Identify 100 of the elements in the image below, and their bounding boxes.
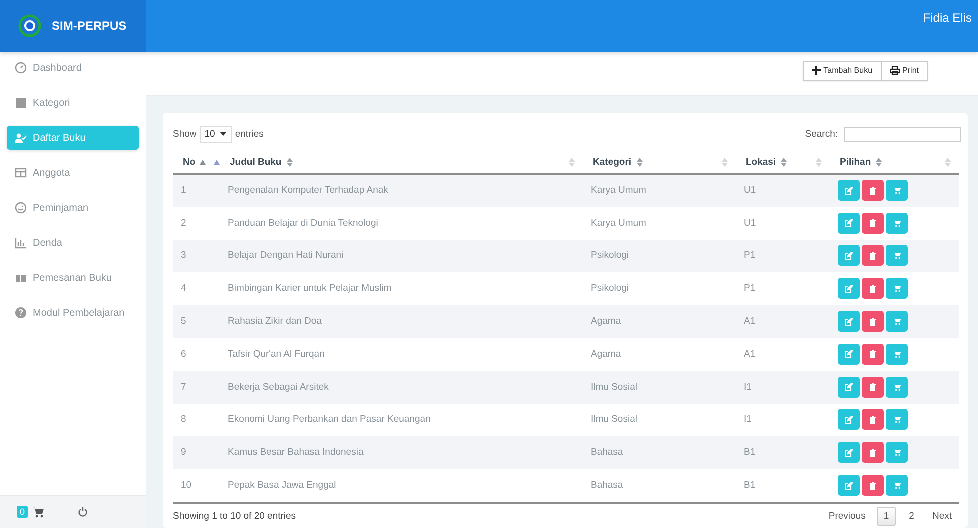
- table-cell: U1: [744, 185, 756, 196]
- sort-icon: [816, 158, 822, 166]
- edit-button[interactable]: [838, 180, 860, 202]
- delete-button[interactable]: [862, 409, 884, 430]
- page-size-select[interactable]: 10: [200, 126, 232, 142]
- book-icon: [15, 272, 27, 284]
- edit-icon: [845, 318, 853, 326]
- edit-button[interactable]: [838, 344, 860, 365]
- table-cell: 2: [181, 218, 186, 229]
- trash-icon: [870, 383, 876, 392]
- sort-icon: [722, 158, 728, 166]
- cart-button[interactable]: [886, 180, 908, 202]
- plus-icon: [812, 66, 821, 75]
- cart-button[interactable]: [886, 409, 908, 430]
- column-header[interactable]: Pilihan: [840, 156, 872, 168]
- edit-icon: [845, 284, 853, 293]
- table-cell: Bahasa: [591, 447, 624, 458]
- table-cell: Ekonomi Uang Perbankan dan Pasar Keuangan: [228, 414, 431, 426]
- cart-button[interactable]: [886, 311, 908, 332]
- delete-button[interactable]: [862, 245, 884, 266]
- cart-icon: [32, 506, 44, 518]
- delete-button[interactable]: [862, 475, 884, 496]
- column-header[interactable]: Kategori: [593, 156, 632, 168]
- page-link[interactable]: 2: [902, 506, 922, 526]
- delete-button[interactable]: [862, 278, 884, 300]
- previous-link[interactable]: Previous: [822, 506, 873, 526]
- print-button[interactable]: Print: [882, 60, 928, 80]
- edit-icon: [845, 186, 853, 195]
- cart-icon: [893, 482, 901, 490]
- table-cell: B1: [744, 447, 756, 458]
- table-cell: 3: [181, 250, 186, 262]
- table-cell: 9: [181, 447, 186, 458]
- cart-button[interactable]: [886, 278, 908, 300]
- table-cell: Agama: [591, 316, 622, 328]
- table-info: Showing 1 to 10 of 20 entries: [173, 510, 296, 522]
- edit-button[interactable]: [838, 212, 860, 234]
- search-field[interactable]: [844, 126, 961, 142]
- trash-icon: [870, 219, 876, 228]
- table-cell: 4: [181, 283, 186, 294]
- column-header[interactable]: Lokasi: [746, 156, 776, 168]
- table-cell: A1: [744, 316, 756, 328]
- cart-icon: [893, 285, 901, 292]
- cart-icon: [893, 449, 901, 456]
- edit-button[interactable]: [838, 475, 860, 496]
- table-icon: [15, 167, 27, 179]
- edit-icon: [845, 252, 853, 260]
- table-cell: 7: [181, 382, 186, 393]
- next-link[interactable]: Next: [925, 506, 959, 526]
- edit-button[interactable]: [838, 311, 860, 332]
- table-cell: 5: [181, 316, 186, 328]
- show-label: Show: [173, 128, 197, 140]
- trash-icon: [870, 252, 876, 260]
- cart-icon: [893, 187, 901, 194]
- table-cell: Panduan Belajar di Dunia Teknologi: [228, 218, 378, 229]
- cart-button[interactable]: [886, 212, 908, 234]
- table-cell: Tafsir Qur'an Al Furqan: [228, 348, 325, 360]
- table-cell: 8: [181, 414, 186, 426]
- user-name[interactable]: Fidia Elis: [923, 11, 972, 25]
- delete-button[interactable]: [862, 376, 884, 398]
- column-header[interactable]: Judul Buku: [230, 156, 282, 168]
- cart-icon: [893, 350, 901, 358]
- edit-button[interactable]: [838, 442, 860, 464]
- delete-button[interactable]: [862, 442, 884, 464]
- cart-button[interactable]: [886, 442, 908, 464]
- gauge-icon: [15, 62, 27, 74]
- add-book-button[interactable]: Tambah Buku: [802, 60, 882, 80]
- table-cell: Rahasia Zikir dan Doa: [228, 316, 322, 328]
- table-cell: Psikologi: [591, 283, 630, 294]
- folder-icon: [15, 97, 27, 109]
- help-icon: [15, 307, 27, 319]
- cart-count-badge: 0: [17, 506, 28, 518]
- delete-button[interactable]: [862, 212, 884, 234]
- table-cell: Pepak Basa Jawa Enggal: [228, 480, 336, 492]
- cart-button[interactable]: [886, 475, 908, 496]
- edit-button[interactable]: [838, 245, 860, 266]
- delete-button[interactable]: [862, 180, 884, 202]
- edit-button[interactable]: [838, 376, 860, 398]
- column-header[interactable]: No: [183, 156, 196, 168]
- page-link[interactable]: 1: [876, 506, 896, 526]
- cart-icon: [893, 384, 901, 391]
- trash-icon: [870, 284, 876, 293]
- table-cell: Kamus Besar Bahasa Indonesia: [228, 447, 364, 458]
- delete-button[interactable]: [862, 344, 884, 365]
- table-cell: Ilmu Sosial: [591, 382, 638, 393]
- table-cell: 6: [181, 348, 186, 360]
- bar-chart-icon: [15, 237, 27, 249]
- edit-button[interactable]: [838, 409, 860, 430]
- cart-button[interactable]: [886, 376, 908, 398]
- power-icon: [78, 507, 88, 517]
- trash-icon: [870, 482, 876, 490]
- edit-button[interactable]: [838, 278, 860, 300]
- cart-button[interactable]: [886, 245, 908, 266]
- sort-up-icon: [214, 160, 220, 164]
- edit-icon: [845, 219, 853, 228]
- trash-icon: [870, 318, 876, 326]
- edit-icon: [845, 350, 853, 358]
- cart-icon: [893, 318, 901, 326]
- table-cell: Bimbingan Karier untuk Pelajar Muslim: [228, 283, 392, 294]
- delete-button[interactable]: [862, 311, 884, 332]
- cart-button[interactable]: [886, 344, 908, 365]
